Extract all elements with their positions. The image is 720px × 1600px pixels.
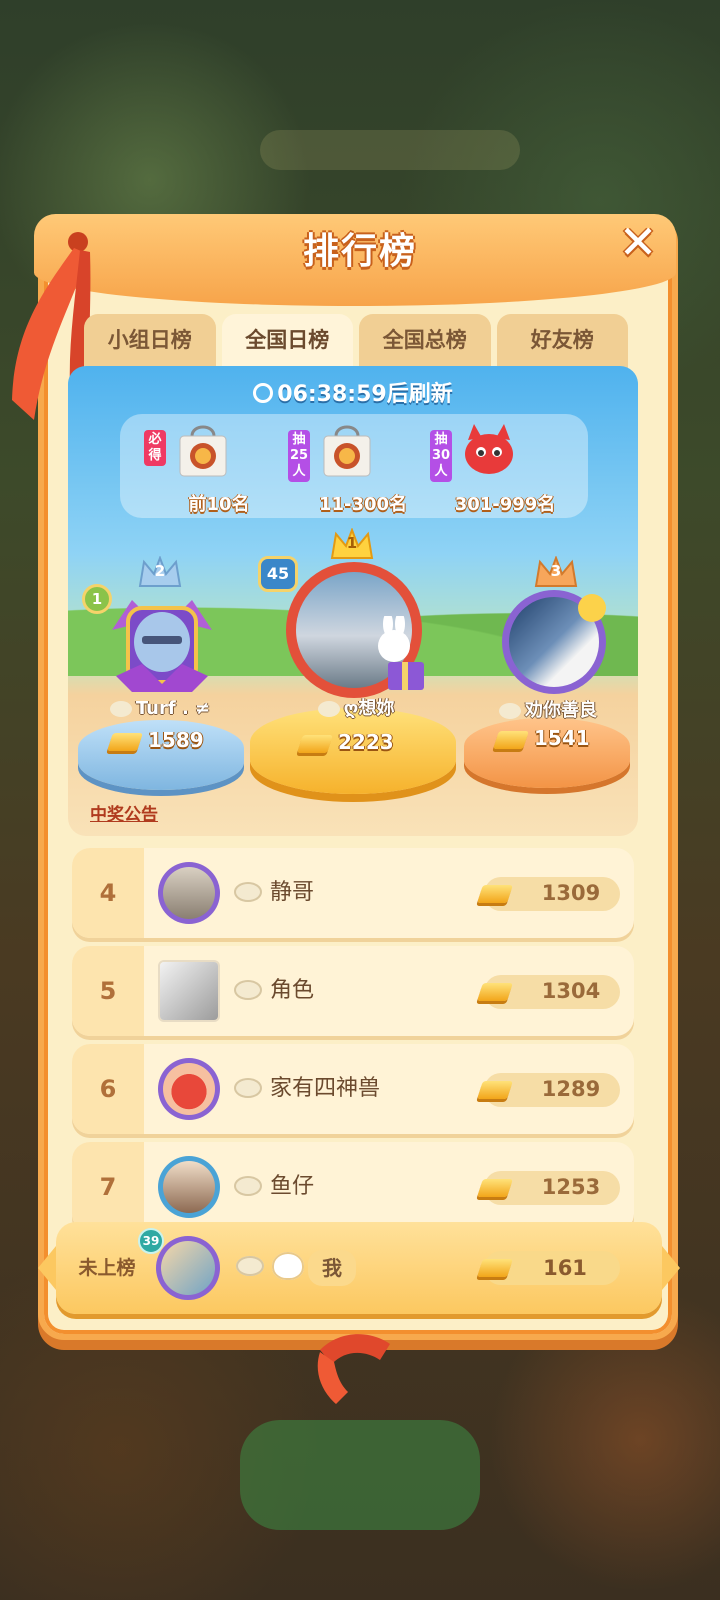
refresh-timer: 06:38:59后刷新: [68, 376, 638, 408]
gold-bar-icon: [477, 885, 513, 903]
prize-range: 11-300名: [318, 494, 408, 515]
tab-friends[interactable]: 好友榜: [496, 314, 628, 370]
bunny-icon: [234, 882, 262, 902]
player-name: 角色: [270, 978, 315, 1003]
player-score: 2223: [297, 730, 420, 754]
player-score: 1289: [541, 1077, 601, 1101]
tab-group-daily[interactable]: 小组日榜: [84, 314, 216, 370]
gold-bar-icon: [477, 983, 513, 1001]
score-text: 1589: [148, 728, 204, 752]
gold-bar-icon: [297, 734, 333, 753]
bunny-gift-icon: [378, 616, 424, 690]
player-name-text: ღ想妳: [343, 698, 395, 719]
gold-bar-icon: [477, 1179, 513, 1197]
player-name: 静哥: [270, 880, 315, 905]
white-bunny-icon: [272, 1252, 304, 1280]
prize-tag: 抽25人: [288, 430, 310, 482]
gift-bag-icon: [323, 425, 371, 477]
background-go-button-blur: [240, 1420, 480, 1530]
rank-number: 4: [99, 879, 117, 907]
avatar-photo: [163, 867, 215, 919]
player-score: 1304: [541, 979, 601, 1003]
ranking-row[interactable]: 4 静哥 1309: [72, 848, 634, 938]
player-score: 1541: [493, 726, 616, 750]
tab-national-total[interactable]: 全国总榜: [359, 314, 491, 370]
bunny-icon: [234, 1176, 262, 1196]
bunny-icon: [234, 980, 262, 1000]
rank-number: 5: [99, 977, 117, 1005]
rank-number: 7: [99, 1173, 117, 1201]
gold-bar-icon: [477, 1081, 513, 1099]
prize-tier-1[interactable]: 必得 前10名: [144, 420, 294, 516]
ranking-row[interactable]: 7 鱼仔 1253: [72, 1142, 634, 1232]
my-row-arrow-left: [38, 1246, 56, 1290]
player-name: Turf . ≠: [80, 698, 240, 719]
close-icon[interactable]: ✕: [614, 218, 662, 266]
prize-range: 301-999名: [454, 494, 556, 515]
bunny-icon: [499, 703, 521, 719]
gift-bag-icon: [179, 425, 227, 477]
my-row-arrow-right: [662, 1246, 680, 1290]
clock-icon: [253, 383, 274, 403]
player-name: 鱼仔: [270, 1174, 315, 1199]
ranking-row[interactable]: 6 家有四神兽 1289: [72, 1044, 634, 1134]
prize-tier-3[interactable]: 抽30人 301-999名: [430, 420, 580, 516]
bunny-icon: [236, 1256, 264, 1276]
podium-place: 3: [550, 562, 562, 580]
my-level-badge: 39: [138, 1228, 164, 1254]
background-title-blur: [260, 130, 520, 170]
score-text: 1541: [534, 726, 590, 750]
prize-range: 前10名: [188, 494, 250, 515]
player-name: 家有四神兽: [270, 1076, 381, 1101]
gold-bar-icon: [493, 730, 529, 749]
panel-title: 排行榜: [302, 231, 417, 272]
prize-box: 必得 前10名 抽25人 11-300名 抽30人 301-999名: [120, 414, 588, 518]
my-score: 161: [543, 1256, 587, 1280]
player-name-text: Turf . ≠: [135, 698, 211, 719]
player-score: 1589: [107, 728, 230, 752]
gold-bar-icon: [107, 732, 143, 751]
podium-place: 2: [154, 562, 166, 580]
knight-helmet-avatar-icon: [112, 600, 212, 692]
avatar-photo: [163, 1063, 215, 1115]
avatar: [158, 1156, 220, 1218]
ribbon-bottom-decoration: [317, 1334, 390, 1404]
bunny-icon: [317, 701, 340, 717]
level-badge: 45: [258, 556, 298, 592]
avatar-photo: [163, 1161, 215, 1213]
player-name-text: 劝你善良: [525, 700, 597, 721]
prize-tag: 必得: [144, 430, 166, 466]
status-dot: [578, 594, 606, 622]
gold-bar-icon: [477, 1259, 513, 1277]
refresh-text: 06:38:59后刷新: [277, 382, 453, 407]
bunny-icon: [234, 1078, 262, 1098]
winner-announcement-link[interactable]: 中奖公告: [90, 800, 158, 825]
red-pet-plush-icon: [465, 424, 513, 474]
player-score: 1253: [541, 1175, 601, 1199]
avatar: [158, 862, 220, 924]
prize-tier-2[interactable]: 抽25人 11-300名: [288, 420, 438, 516]
player-name: ღ想妳: [276, 694, 436, 720]
player-name: 劝你善良: [468, 696, 628, 722]
avatar-photo: [161, 1241, 215, 1295]
avatar: [158, 1058, 220, 1120]
my-avatar: [156, 1236, 220, 1300]
score-text: 2223: [338, 730, 394, 754]
my-name: 我: [308, 1250, 356, 1286]
avatar-photo: [160, 962, 218, 1020]
tab-national-daily[interactable]: 全国日榜: [221, 314, 353, 370]
rank-number: 6: [99, 1075, 117, 1103]
ranking-row[interactable]: 5 角色 1304: [72, 946, 634, 1036]
podium-place: 1: [346, 534, 358, 552]
avatar: [158, 960, 220, 1022]
bunny-icon: [109, 701, 132, 717]
prize-tag: 抽30人: [430, 430, 452, 482]
player-score: 1309: [541, 881, 601, 905]
tab-bar: 小组日榜 全国日榜 全国总榜 好友榜: [84, 314, 628, 370]
